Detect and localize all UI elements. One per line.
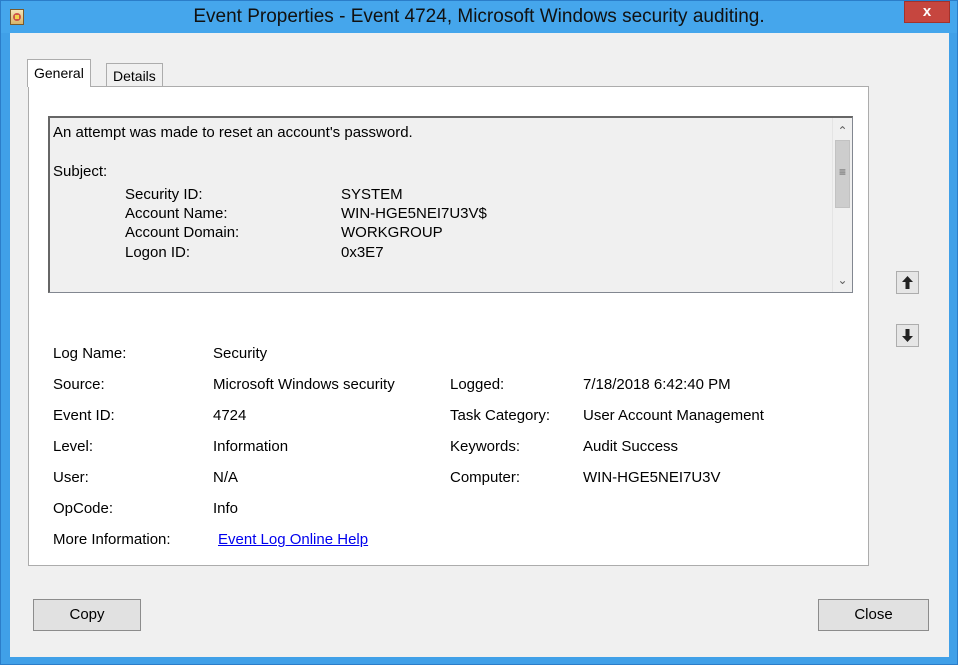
previous-event-button[interactable] — [896, 271, 919, 294]
scrollbar-grip-icon: ≡ — [838, 165, 846, 179]
account-domain-value: WORKGROUP — [341, 224, 443, 241]
more-information-label: More Information: — [53, 531, 171, 548]
description-summary: An attempt was made to reset an account'… — [53, 124, 413, 141]
scroll-up-arrow-icon[interactable]: ⌃ — [834, 121, 851, 141]
computer-label: Computer: — [450, 469, 521, 486]
logon-id-value: 0x3E7 — [341, 244, 384, 261]
tab-details[interactable]: Details — [106, 63, 163, 87]
opcode-label: OpCode: — [53, 500, 114, 517]
event-description-box[interactable]: An attempt was made to reset an account'… — [48, 116, 853, 293]
close-button[interactable]: Close — [818, 599, 929, 631]
source-value: Microsoft Windows security — [213, 376, 395, 393]
copy-button[interactable]: Copy — [33, 599, 141, 631]
up-arrow-icon — [902, 276, 913, 289]
description-scrollbar[interactable]: ⌃ ≡ ⌄ — [832, 118, 852, 292]
down-arrow-icon — [902, 329, 913, 342]
security-id-value: SYSTEM — [341, 186, 403, 203]
event-id-value: 4724 — [213, 407, 247, 424]
next-event-button[interactable] — [896, 324, 919, 347]
window-title: Event Properties - Event 4724, Microsoft… — [193, 6, 765, 27]
keywords-value: Audit Success — [583, 438, 679, 455]
log-name-value: Security — [213, 345, 268, 362]
level-label: Level: — [53, 438, 94, 455]
level-value: Information — [213, 438, 289, 455]
scrollbar-thumb[interactable]: ≡ — [835, 140, 850, 208]
logged-value: 7/18/2018 6:42:40 PM — [583, 376, 731, 393]
dialog-body: General Details An attempt was made to r… — [10, 33, 949, 657]
log-name-label: Log Name: — [53, 345, 127, 362]
security-id-label: Security ID: — [125, 186, 203, 203]
scroll-down-arrow-icon[interactable]: ⌄ — [834, 270, 851, 290]
event-id-label: Event ID: — [53, 407, 115, 424]
logon-id-label: Logon ID: — [125, 244, 191, 261]
subject-heading: Subject: — [53, 163, 108, 180]
opcode-value: Info — [213, 500, 239, 517]
event-log-online-help-link[interactable]: Event Log Online Help — [218, 531, 368, 548]
event-properties-window: Event Properties - Event 4724, Microsoft… — [0, 0, 958, 665]
account-name-label: Account Name: — [125, 205, 228, 222]
keywords-label: Keywords: — [450, 438, 521, 455]
task-category-label: Task Category: — [450, 407, 551, 424]
general-tab-panel: An attempt was made to reset an account'… — [28, 86, 869, 566]
window-close-button[interactable]: x — [904, 1, 950, 23]
user-value: N/A — [213, 469, 239, 486]
account-domain-label: Account Domain: — [125, 224, 240, 241]
title-bar[interactable]: Event Properties - Event 4724, Microsoft… — [1, 1, 957, 33]
tab-general[interactable]: General — [27, 59, 91, 87]
user-label: User: — [53, 469, 89, 486]
computer-value: WIN-HGE5NEI7U3V — [583, 469, 721, 486]
source-label: Source: — [53, 376, 105, 393]
task-category-value: User Account Management — [583, 407, 764, 424]
logged-label: Logged: — [450, 376, 505, 393]
account-name-value: WIN-HGE5NEI7U3V$ — [341, 205, 487, 222]
